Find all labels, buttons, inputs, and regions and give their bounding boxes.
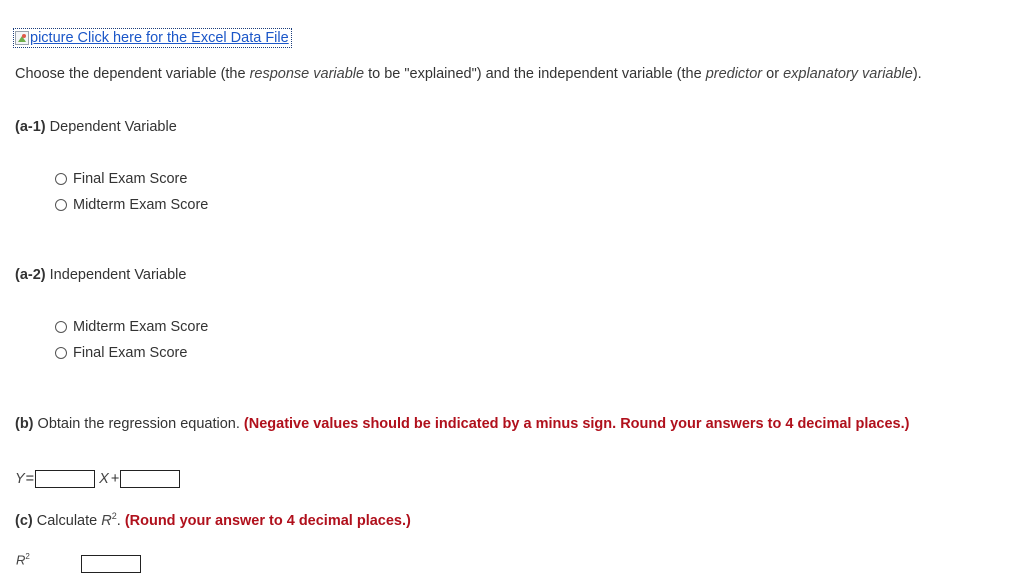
c-instruction: (Round your answer to 4 decimal places.) [124,512,411,529]
radio-button[interactable] [55,347,67,359]
c-period: . [116,512,121,529]
x-variable-label: X [99,471,109,487]
excel-data-file-link[interactable]: picture Click here for the Excel Data Fi… [13,28,292,48]
regression-equation: Y = X + [15,470,181,488]
a2-label: (a-2) [15,267,46,283]
predictor-term: predictor [705,66,763,82]
c-text: Calculate [36,512,98,529]
section-c-prompt: (c) Calculate R2. (Round your answer to … [15,511,411,529]
intercept-input[interactable] [120,470,181,488]
c-label: (c) [15,512,33,529]
a1-option-final-exam[interactable]: Final Exam Score [55,171,187,187]
section-b-prompt: (b) Obtain the regression equation. (Neg… [15,415,935,433]
r-symbol: R [101,512,112,529]
r-squared-answer-label: R2 [16,552,30,567]
intro-text-3: or [762,66,784,82]
explanatory-variable-term: explanatory variable [783,66,913,82]
a2-option-midterm-exam[interactable]: Midterm Exam Score [55,319,208,335]
r-squared-symbol: R2 [101,511,117,529]
a2-option-label: Midterm Exam Score [73,319,209,335]
broken-image-icon [15,31,29,45]
a1-option-midterm-exam[interactable]: Midterm Exam Score [55,197,208,213]
excel-link-text: picture Click here for the Excel Data Fi… [30,30,289,46]
a1-label: (a-1) [15,119,46,135]
a2-option-final-exam[interactable]: Final Exam Score [55,345,187,361]
b-text: Obtain the regression equation. [37,416,240,432]
slope-input[interactable] [35,470,96,488]
section-a2-heading: (a-2) Independent Variable [15,267,186,283]
r-squared-input[interactable] [81,555,141,573]
intro-text-1: Choose the dependent variable (the [15,66,250,82]
response-variable-term: response variable [249,66,365,82]
section-a1-heading: (a-1) Dependent Variable [15,119,177,135]
a2-title: Independent Variable [49,267,187,283]
r-answer-symbol: R [16,552,26,568]
intro-text-2: to be "explained") and the independent v… [364,66,706,82]
a1-option-label: Final Exam Score [73,171,188,187]
radio-button[interactable] [55,321,67,333]
a1-title: Dependent Variable [49,119,177,135]
plus-sign: + [110,471,120,487]
b-label: (b) [15,416,34,432]
equals-sign: = [25,471,35,487]
a1-option-label: Midterm Exam Score [73,197,209,213]
b-instruction: (Negative values should be indicated by … [243,416,910,432]
intro-text-4: ). [912,66,922,82]
r-answer-exponent: 2 [25,552,30,561]
y-variable-label: Y [15,471,25,487]
a2-option-label: Final Exam Score [73,345,188,361]
radio-button[interactable] [55,173,67,185]
radio-button[interactable] [55,199,67,211]
intro-instructions: Choose the dependent variable (the respo… [15,65,975,83]
